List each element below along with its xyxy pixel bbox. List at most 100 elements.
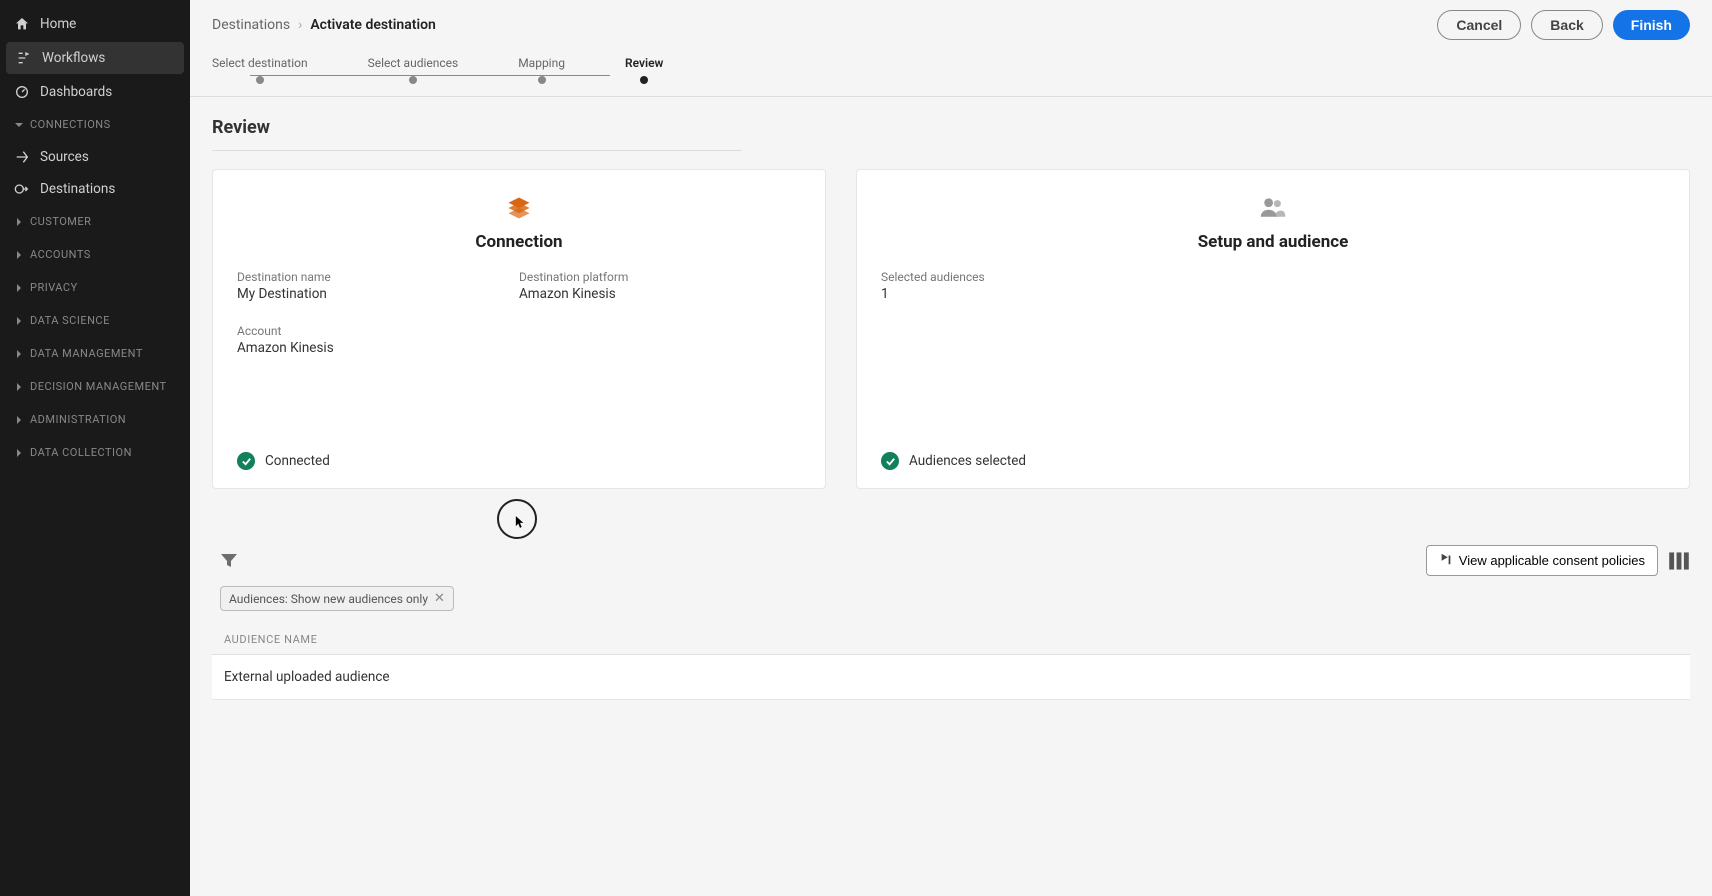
- button-label: View applicable consent policies: [1459, 553, 1645, 568]
- step-dot: [640, 76, 648, 84]
- filter-chip[interactable]: Audiences: Show new audiences only ✕: [220, 586, 454, 611]
- chevron-right-icon: [14, 349, 24, 359]
- nav-label: Workflows: [42, 50, 105, 66]
- status-text: Audiences selected: [909, 453, 1026, 469]
- section-accounts[interactable]: ACCOUNTS: [0, 238, 190, 271]
- card-header: Setup and audience: [881, 194, 1665, 252]
- column-settings-button[interactable]: [1668, 550, 1690, 572]
- section-label: DATA COLLECTION: [30, 446, 132, 459]
- filter-icon[interactable]: [220, 552, 238, 570]
- field-selected-audiences: Selected audiences 1: [881, 270, 1665, 302]
- step-line: [250, 75, 610, 76]
- step-dot: [256, 76, 264, 84]
- breadcrumb-current: Activate destination: [310, 17, 436, 33]
- section-label: ADMINISTRATION: [30, 413, 126, 426]
- nav-label: Dashboards: [40, 84, 112, 100]
- step-dot: [409, 76, 417, 84]
- content: Review Connection Destination name My De…: [190, 97, 1712, 896]
- nav-home[interactable]: Home: [0, 8, 190, 40]
- step-label: Select audiences: [368, 56, 459, 70]
- step-label: Review: [625, 56, 663, 70]
- back-button[interactable]: Back: [1531, 10, 1602, 40]
- chevron-right-icon: [14, 250, 24, 260]
- chevron-down-icon: [14, 120, 24, 130]
- finish-button[interactable]: Finish: [1613, 10, 1690, 40]
- section-data-management[interactable]: DATA MANAGEMENT: [0, 337, 190, 370]
- field-label: Destination name: [237, 270, 519, 284]
- connection-card: Connection Destination name My Destinati…: [212, 169, 826, 489]
- field-label: Destination platform: [519, 270, 801, 284]
- table-row[interactable]: External uploaded audience: [212, 655, 1690, 700]
- audience-table: AUDIENCE NAME External uploaded audience: [212, 625, 1690, 700]
- workflows-icon: [16, 50, 32, 66]
- step-select-destination[interactable]: Select destination: [212, 56, 308, 84]
- nav-workflows[interactable]: Workflows: [6, 42, 184, 74]
- page-title: Review: [212, 117, 742, 151]
- chevron-right-icon: [14, 217, 24, 227]
- setup-card: Setup and audience Selected audiences 1 …: [856, 169, 1690, 489]
- section-label: PRIVACY: [30, 281, 78, 294]
- chevron-right-icon: [14, 316, 24, 326]
- section-label: DATA MANAGEMENT: [30, 347, 143, 360]
- card-footer: Audiences selected: [881, 452, 1665, 470]
- field-destination-name: Destination name My Destination: [237, 270, 519, 302]
- step-review[interactable]: Review: [625, 56, 663, 84]
- section-decision-management[interactable]: DECISION MANAGEMENT: [0, 370, 190, 403]
- section-label: CUSTOMER: [30, 215, 91, 228]
- home-icon: [14, 16, 30, 32]
- section-data-science[interactable]: DATA SCIENCE: [0, 304, 190, 337]
- card-body: Selected audiences 1: [881, 270, 1665, 432]
- breadcrumb: Destinations › Activate destination: [212, 17, 436, 33]
- nav-sources[interactable]: Sources: [0, 141, 190, 173]
- sources-icon: [14, 149, 30, 165]
- nav-label: Destinations: [40, 181, 115, 197]
- card-header: Connection: [237, 194, 801, 252]
- section-label: DATA SCIENCE: [30, 314, 110, 327]
- chip-remove-icon[interactable]: ✕: [434, 591, 445, 606]
- chevron-right-icon: [14, 283, 24, 293]
- section-label: DECISION MANAGEMENT: [30, 380, 167, 393]
- breadcrumb-parent[interactable]: Destinations: [212, 17, 290, 33]
- field-label: Selected audiences: [881, 270, 1665, 284]
- check-icon: [881, 452, 899, 470]
- section-data-collection[interactable]: DATA COLLECTION: [0, 436, 190, 469]
- section-customer[interactable]: CUSTOMER: [0, 205, 190, 238]
- nav-label: Home: [40, 16, 76, 32]
- step-mapping[interactable]: Mapping: [518, 56, 565, 84]
- review-cards: Connection Destination name My Destinati…: [212, 169, 1690, 489]
- section-connections[interactable]: CONNECTIONS: [0, 108, 190, 141]
- cancel-button[interactable]: Cancel: [1437, 10, 1521, 40]
- check-icon: [237, 452, 255, 470]
- nav-dashboards[interactable]: Dashboards: [0, 76, 190, 108]
- status-text: Connected: [265, 453, 330, 469]
- section-administration[interactable]: ADMINISTRATION: [0, 403, 190, 436]
- breadcrumb-separator: ›: [298, 17, 302, 33]
- users-icon: [1259, 194, 1287, 222]
- field-value: Amazon Kinesis: [237, 340, 519, 356]
- policy-icon: [1439, 552, 1453, 569]
- view-consent-policies-button[interactable]: View applicable consent policies: [1426, 545, 1658, 576]
- nav-destinations[interactable]: Destinations: [0, 173, 190, 205]
- step-label: Select destination: [212, 56, 308, 70]
- kinesis-icon: [505, 194, 533, 222]
- step-select-audiences[interactable]: Select audiences: [368, 56, 459, 84]
- step-dot: [538, 76, 546, 84]
- chevron-right-icon: [14, 382, 24, 392]
- field-label: Account: [237, 324, 519, 338]
- field-value: My Destination: [237, 286, 519, 302]
- topbar: Destinations › Activate destination Canc…: [190, 0, 1712, 40]
- destinations-icon: [14, 181, 30, 197]
- action-buttons: Cancel Back Finish: [1437, 10, 1690, 40]
- sidebar: Home Workflows Dashboards CONNECTIONS So…: [0, 0, 190, 896]
- section-label: ACCOUNTS: [30, 248, 91, 261]
- dashboards-icon: [14, 84, 30, 100]
- table-toolbar: View applicable consent policies: [212, 545, 1690, 576]
- card-title: Setup and audience: [1198, 232, 1349, 252]
- step-label: Mapping: [518, 56, 565, 70]
- section-label: CONNECTIONS: [30, 118, 111, 131]
- field-value: 1: [881, 286, 1665, 302]
- section-privacy[interactable]: PRIVACY: [0, 271, 190, 304]
- field-value: Amazon Kinesis: [519, 286, 801, 302]
- field-account: Account Amazon Kinesis: [237, 324, 519, 356]
- main-area: Destinations › Activate destination Canc…: [190, 0, 1712, 896]
